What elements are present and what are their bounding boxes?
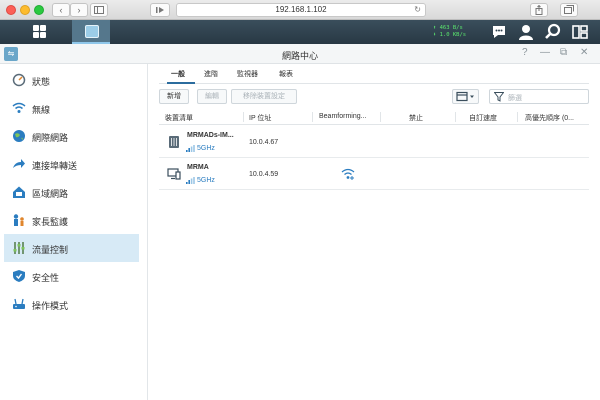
device-band: 5GHz: [197, 177, 215, 184]
operation-mode-icon: [13, 298, 25, 309]
address-bar-text: 192.168.1.102: [275, 5, 327, 14]
tab-monitor[interactable]: 監視器: [237, 69, 258, 79]
search-icon[interactable]: [544, 23, 562, 41]
main-menu-button[interactable]: [28, 23, 50, 41]
edit-button[interactable]: 編輯: [197, 89, 227, 104]
port-forward-icon: [13, 159, 25, 168]
active-tab-indicator: [167, 82, 195, 84]
device-band: 5GHz: [197, 145, 215, 152]
main-panel: 一般 進階 監視器 報表 新增 編輯 移除裝置設定 篩選 裝置清單 IP 位址 …: [149, 64, 600, 400]
tab-report[interactable]: 報表: [279, 69, 293, 79]
sidebar-item-traffic-control[interactable]: 流量控制: [4, 234, 139, 262]
address-bar[interactable]: 192.168.1.102 ↻: [176, 3, 426, 17]
traffic-control-icon: [13, 242, 25, 254]
table-header: 裝置清單 IP 位址 Beamforming... 禁止 自訂速度 高優先順序 …: [159, 109, 589, 125]
table-row[interactable]: MRMA 5GHz 10.0.4.59: [159, 158, 589, 190]
sidebar: 狀態 無線 網際網路 連接埠轉送 區域網路 家長監護 流量控制 安全性 操作模式: [0, 64, 148, 400]
reader-button[interactable]: [150, 3, 170, 17]
wifi-icon: [12, 102, 26, 113]
minimize-button[interactable]: —: [540, 47, 550, 58]
sidebar-item-port-forwarding[interactable]: 連接埠轉送: [4, 150, 139, 178]
taskbar-network-center-app[interactable]: [72, 20, 110, 44]
tab-bar: 一般 進階 監視器 報表: [159, 64, 589, 84]
column-ip-address[interactable]: IP 位址: [249, 113, 271, 123]
minimize-window-button[interactable]: [20, 5, 30, 15]
sidebar-item-wireless[interactable]: 無線: [4, 94, 139, 122]
browser-toolbar: ‹ › 192.168.1.102 ↻: [0, 0, 600, 20]
column-block[interactable]: 禁止: [409, 113, 423, 123]
signal-strength-icon: [186, 177, 195, 184]
device-name: MRMADs-IM...: [187, 132, 234, 139]
filter-icon: [494, 92, 504, 102]
beamforming-enabled-icon: [341, 168, 355, 180]
filter-placeholder: 篩選: [508, 95, 522, 102]
sidebar-item-operation-mode[interactable]: 操作模式: [4, 290, 139, 318]
lan-icon: [13, 186, 25, 198]
window-title: 網路中心: [281, 51, 318, 61]
network-center-icon: [85, 25, 99, 38]
sidebar-item-security[interactable]: 安全性: [4, 262, 139, 290]
upload-speed: ⬆ 463 B/s: [433, 25, 463, 31]
sidebar-item-status[interactable]: 狀態: [4, 66, 139, 94]
tabs-overview-button[interactable]: [560, 3, 578, 17]
signal-strength-icon: [186, 145, 195, 152]
window-header: ⇋ 網路中心 ? — ⧉ ✕: [0, 44, 600, 64]
remove-device-settings-button[interactable]: 移除裝置設定: [231, 89, 297, 104]
chat-icon[interactable]: [490, 23, 508, 41]
reload-icon[interactable]: ↻: [414, 4, 421, 16]
help-button[interactable]: ?: [522, 47, 528, 58]
network-speed-indicator: ⬆ 463 B/s ⬇ 1.0 KB/s: [433, 25, 466, 39]
device-ip: 10.0.4.67: [249, 139, 279, 146]
filter-input[interactable]: 篩選: [489, 89, 589, 104]
zoom-window-button[interactable]: [34, 5, 44, 15]
share-icon: [535, 4, 543, 15]
parental-icon: [13, 214, 24, 226]
view-toggle-button[interactable]: [452, 89, 479, 104]
device-ip: 10.0.4.59: [249, 171, 279, 178]
globe-icon: [13, 130, 25, 142]
forward-button[interactable]: ›: [70, 3, 88, 17]
user-icon[interactable]: [517, 23, 535, 41]
column-custom-speed[interactable]: 自訂速度: [469, 113, 497, 123]
widgets-icon[interactable]: [571, 23, 589, 41]
back-button[interactable]: ‹: [52, 3, 70, 17]
column-beamforming[interactable]: Beamforming...: [319, 113, 366, 120]
restore-button[interactable]: ⧉: [560, 47, 567, 58]
list-view-icon: [456, 91, 474, 102]
tabs-icon: [564, 5, 574, 14]
status-icon: [12, 73, 26, 87]
sidebar-icon: [94, 6, 104, 14]
computer-icon: [167, 168, 181, 180]
main-menu-icon: [33, 25, 39, 31]
sidebar-item-parental-control[interactable]: 家長監護: [4, 206, 139, 234]
close-window-button[interactable]: [6, 5, 16, 15]
tab-general[interactable]: 一般: [171, 69, 185, 79]
add-button[interactable]: 新增: [159, 89, 189, 104]
share-button[interactable]: [530, 3, 548, 17]
tab-advanced[interactable]: 進階: [204, 69, 218, 79]
close-button[interactable]: ✕: [580, 47, 588, 58]
column-device-list[interactable]: 裝置清單: [165, 113, 193, 123]
column-high-priority[interactable]: 高優先順序 (0...: [525, 113, 574, 123]
sidebar-toggle-button[interactable]: [90, 3, 108, 17]
play-pause-icon: [156, 7, 164, 13]
table-row[interactable]: MRMADs-IM... 5GHz 10.0.4.67: [159, 126, 589, 158]
device-name: MRMA: [187, 164, 209, 171]
chevron-down-icon: [470, 95, 474, 98]
dsm-taskbar: ⬆ 463 B/s ⬇ 1.0 KB/s: [0, 20, 600, 44]
server-icon: [169, 136, 179, 148]
sidebar-item-local-network[interactable]: 區域網路: [4, 178, 139, 206]
shield-icon: [13, 270, 25, 282]
sidebar-item-internet[interactable]: 網際網路: [4, 122, 139, 150]
download-speed: ⬇ 1.0 KB/s: [433, 32, 467, 38]
